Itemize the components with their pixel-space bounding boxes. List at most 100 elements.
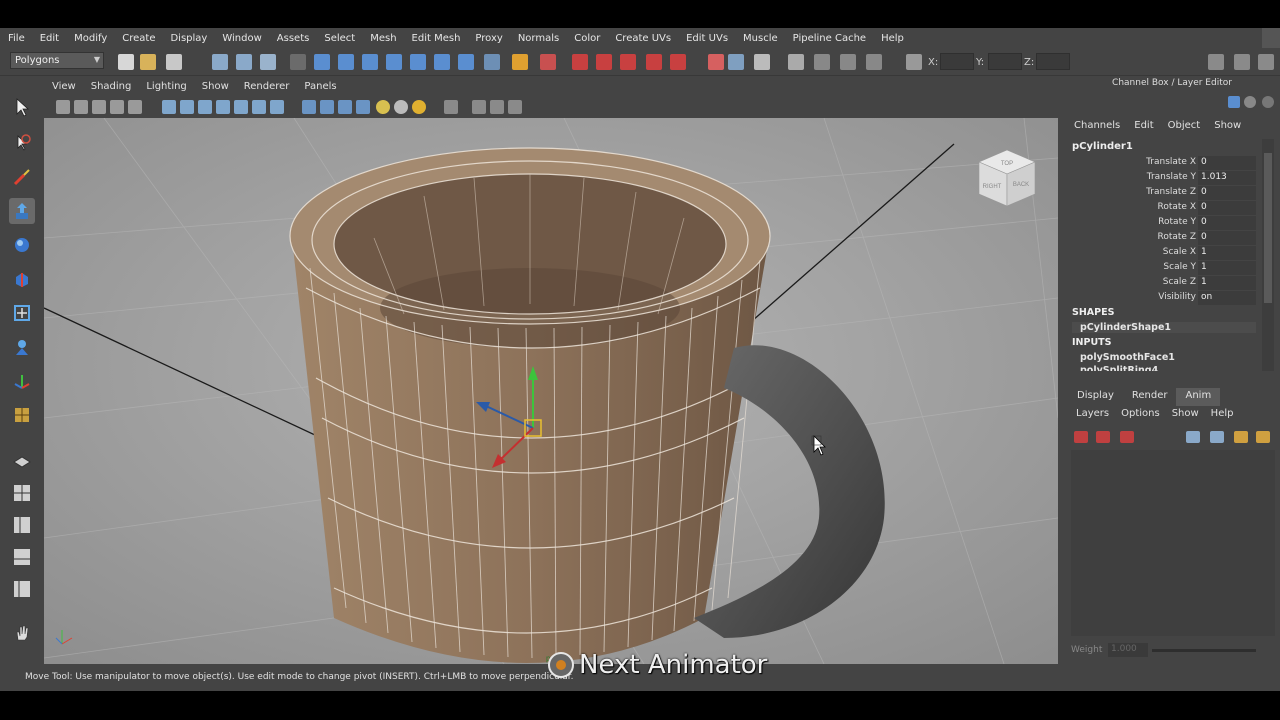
layer-menu-options[interactable]: Options	[1121, 408, 1160, 424]
hand-tool[interactable]	[9, 620, 35, 646]
ipr-render-icon[interactable]	[596, 54, 612, 70]
menu-edit-mesh[interactable]: Edit Mesh	[412, 33, 461, 44]
attr-translate-y[interactable]: Translate Y 1.013	[1068, 171, 1256, 186]
attr-rotate-z[interactable]: Rotate Z0	[1068, 231, 1256, 246]
layout-four-panes[interactable]	[9, 480, 35, 506]
attr-visibility[interactable]: Visibility on	[1068, 291, 1256, 306]
scale-tool[interactable]	[9, 266, 35, 292]
menu-select[interactable]: Select	[324, 33, 355, 44]
snap-grid-icon[interactable]	[314, 54, 330, 70]
menu-assets[interactable]: Assets	[277, 33, 310, 44]
safe-action-icon[interactable]	[252, 100, 266, 114]
panel-menu-renderer[interactable]: Renderer	[244, 81, 290, 92]
universal-manipulator-tool[interactable]	[9, 300, 35, 326]
menu-color[interactable]: Color	[574, 33, 600, 44]
construction-icon[interactable]	[458, 54, 474, 70]
render-frame-icon[interactable]	[572, 54, 588, 70]
weight-field[interactable]: 1.000	[1108, 643, 1148, 657]
menu-help[interactable]: Help	[881, 33, 904, 44]
attr-rotate-y[interactable]: Rotate Y0	[1068, 216, 1256, 231]
select-hierarchy-icon[interactable]	[212, 54, 228, 70]
tool-settings-icon[interactable]	[788, 54, 804, 70]
menu-edit-uvs[interactable]: Edit UVs	[686, 33, 728, 44]
lasso-tool[interactable]	[9, 130, 35, 156]
new-layer-selected-icon[interactable]	[1210, 431, 1224, 443]
bookmark-icon[interactable]	[92, 100, 106, 114]
rotate-tool[interactable]	[9, 232, 35, 258]
gate-mask-icon[interactable]	[216, 100, 230, 114]
layout-persp-graph[interactable]	[9, 544, 35, 570]
panel-menu-lighting[interactable]: Lighting	[146, 81, 186, 92]
xray-joints-icon[interactable]	[490, 100, 504, 114]
menu-create[interactable]: Create	[122, 33, 155, 44]
layer-menu-layers[interactable]: Layers	[1076, 408, 1109, 424]
panel-menu-panels[interactable]: Panels	[304, 81, 336, 92]
outliner-icon[interactable]	[866, 54, 882, 70]
wireframe-on-shaded-icon[interactable]	[338, 100, 352, 114]
panel-menu-shading[interactable]: Shading	[91, 81, 132, 92]
new-layer-icon[interactable]	[1186, 431, 1200, 443]
transform-field-icon[interactable]	[906, 54, 922, 70]
xray-icon[interactable]	[472, 100, 486, 114]
textured-icon[interactable]	[356, 100, 370, 114]
hypershade-icon[interactable]	[646, 54, 662, 70]
channel-menu-show[interactable]: Show	[1214, 120, 1241, 131]
channel-menu-edit[interactable]: Edit	[1134, 120, 1153, 131]
show-manipulator-tool[interactable]	[9, 368, 35, 394]
anim-layer-icon-2[interactable]	[1096, 431, 1110, 443]
snap-point-icon[interactable]	[362, 54, 378, 70]
channel-box-icon-2[interactable]	[1244, 96, 1256, 108]
menu-proxy[interactable]: Proxy	[475, 33, 502, 44]
menu-display[interactable]: Display	[170, 33, 207, 44]
select-component-icon[interactable]	[260, 54, 276, 70]
channel-box-icon-1[interactable]	[1228, 96, 1240, 108]
panel-menu-view[interactable]: View	[52, 81, 76, 92]
use-lights-icon[interactable]	[376, 100, 390, 114]
move-tool[interactable]	[9, 198, 35, 224]
menu-file[interactable]: File	[8, 33, 25, 44]
render-settings-icon[interactable]	[620, 54, 636, 70]
anim-layer-icon-3[interactable]	[1120, 431, 1134, 443]
anim-layer-icon-1[interactable]	[1074, 431, 1088, 443]
input-node-smooth-face[interactable]: polySmoothFace1	[1080, 352, 1175, 363]
show-tool-settings-icon[interactable]	[1234, 54, 1250, 70]
mask-icon[interactable]	[290, 54, 306, 70]
menu-modify[interactable]: Modify	[74, 33, 107, 44]
x-field[interactable]	[940, 53, 974, 70]
attribute-editor-icon[interactable]	[754, 54, 770, 70]
show-attribute-editor-icon[interactable]	[1208, 54, 1224, 70]
layer-menu-show[interactable]: Show	[1172, 408, 1199, 424]
channel-box-icon-3[interactable]	[1262, 96, 1274, 108]
tab-display[interactable]: Display	[1068, 388, 1123, 406]
scrollbar-thumb[interactable]	[1264, 153, 1272, 303]
layer-options-icon[interactable]	[1234, 431, 1248, 443]
lock-icon[interactable]	[512, 54, 528, 70]
menu-edit[interactable]: Edit	[40, 33, 59, 44]
input-node-split-ring[interactable]: polySplitRing4	[1080, 365, 1158, 371]
resolution-gate-icon[interactable]	[198, 100, 212, 114]
layout-outliner-persp[interactable]	[9, 576, 35, 602]
attr-translate-z[interactable]: Translate Z0	[1068, 186, 1256, 201]
layout-single-pane[interactable]	[9, 448, 35, 474]
wireframe-icon[interactable]	[302, 100, 316, 114]
channel-menu-object[interactable]: Object	[1168, 120, 1201, 131]
attr-scale-y[interactable]: Scale Y1	[1068, 261, 1256, 276]
isolate-select-icon[interactable]	[444, 100, 458, 114]
layer-options-icon-2[interactable]	[1256, 431, 1270, 443]
field-chart-icon[interactable]	[234, 100, 248, 114]
menu-pipeline-cache[interactable]: Pipeline Cache	[793, 33, 866, 44]
soft-mod-tool[interactable]	[9, 334, 35, 360]
attr-translate-x[interactable]: Translate X0	[1068, 156, 1256, 171]
input-line-icon[interactable]	[708, 54, 724, 70]
help-icon[interactable]	[484, 54, 500, 70]
tab-render[interactable]: Render	[1123, 388, 1177, 406]
open-scene-icon[interactable]	[140, 54, 156, 70]
channel-menu-channels[interactable]: Channels	[1074, 120, 1120, 131]
shape-node[interactable]: pCylinderShape1	[1072, 322, 1256, 333]
weight-slider[interactable]	[1152, 649, 1256, 652]
snap-curve-icon[interactable]	[338, 54, 354, 70]
shadows-icon[interactable]	[394, 100, 408, 114]
attr-scale-z[interactable]: Scale Z1	[1068, 276, 1256, 291]
window-control-button[interactable]	[1262, 28, 1280, 48]
image-plane-icon[interactable]	[110, 100, 124, 114]
